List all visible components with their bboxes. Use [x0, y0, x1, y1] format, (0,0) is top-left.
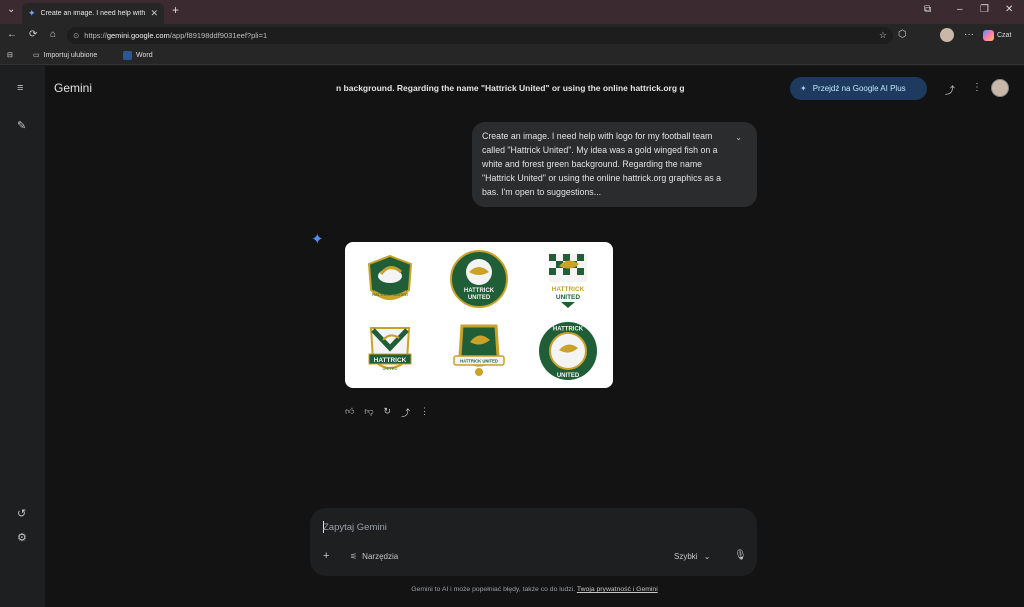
gemini-favicon-icon: ✦ — [28, 8, 36, 18]
disclaimer-text: Gemini to AI i może popełniać błędy, tak… — [411, 586, 577, 593]
logo-text: HATTRICK UNITED — [372, 292, 408, 297]
profile-avatar[interactable] — [940, 28, 954, 42]
user-message-bubble: Create an image. I need help with logo f… — [472, 122, 757, 207]
share-response-icon[interactable]: ⤴ — [401, 406, 410, 419]
browser-toolbar: ← ⟳ ⌂ ⊙ https:// gemini.google.com /app/… — [0, 24, 1024, 46]
bookmarks-bar: ⊟ ▭ Importuj ulubione Word — [0, 46, 1024, 65]
gemini-brand[interactable]: Gemini — [54, 81, 92, 95]
share-icon[interactable]: ⤴ — [945, 82, 955, 97]
logo-ring-fish: HATTRICK UNITED — [539, 322, 597, 380]
new-chat-icon[interactable]: ✎ — [17, 119, 26, 132]
restore-icon[interactable]: ❐ — [980, 4, 989, 15]
prompt-input-box[interactable]: Zapytaj Gemini + ⚟ Narzędzia Szybki ⌄ 🎙︎ — [310, 508, 757, 576]
more-menu-icon[interactable]: ··· — [964, 29, 974, 40]
side-rail: ≡ ✎ ↺ ⚙ — [0, 66, 45, 607]
chevron-down-icon: ⌄ — [703, 552, 711, 561]
logo-text: UNITED — [383, 366, 398, 371]
favorite-star-icon[interactable]: ☆ — [879, 30, 887, 41]
url-path: /app/f89198ddf9031eef?pli=1 — [169, 31, 268, 40]
tools-sliders-icon: ⚟ — [350, 552, 358, 561]
home-icon[interactable]: ⌂ — [50, 29, 56, 40]
copilot-icon — [983, 29, 994, 41]
model-selector[interactable]: Szybki ⌄ — [674, 552, 711, 561]
bookmark-import[interactable]: ▭ Importuj ulubione — [33, 51, 98, 60]
tab-list-chevron-icon[interactable]: ⌄ — [7, 4, 15, 15]
new-tab-icon[interactable]: + — [172, 3, 179, 17]
logo-circle-fish: HATTRICK UNITED — [450, 250, 508, 308]
gemini-app: ≡ ✎ ↺ ⚙ Gemini n background. Regarding t… — [0, 66, 1024, 607]
response-actions: 👍︎ 👎︎ ↻ ⤴ ⋮ — [345, 406, 429, 419]
browser-tab-active[interactable]: ✦ Create an image. I need help with ✕ — [22, 3, 164, 24]
logo-text: UNITED — [556, 294, 581, 301]
menu-icon[interactable]: ≡ — [17, 82, 23, 94]
privacy-link[interactable]: Twoja prywatność i Gemini — [577, 586, 658, 593]
folder-icon: ▭ — [33, 52, 40, 59]
logo-striped-shield: HATTRICK UNITED — [368, 327, 412, 371]
upgrade-button[interactable]: ✦ Przejdź na Google AI Plus — [790, 77, 927, 100]
logo-text: UNITED — [468, 295, 491, 301]
word-icon — [123, 51, 132, 60]
logo-text: HATTRICK — [553, 327, 584, 333]
refresh-icon[interactable]: ⟳ — [29, 29, 37, 40]
extensions-icon[interactable]: ⬡ — [898, 29, 907, 40]
more-actions-icon[interactable]: ⋮ — [420, 406, 429, 419]
upgrade-label: Przejdź na Google AI Plus — [812, 84, 906, 93]
logo-text: HATTRICK — [552, 286, 585, 293]
browser-title-bar: ⌄ ✦ Create an image. I need help with ✕ … — [0, 0, 1024, 24]
generated-image[interactable]: HATTRICK UNITED HATTRICK UNITED HATTRICK… — [345, 242, 613, 388]
bookmark-word[interactable]: Word — [123, 51, 153, 60]
copilot-label: Czat — [997, 31, 1012, 39]
close-tab-icon[interactable]: ✕ — [150, 8, 158, 19]
logo-text: UNITED — [557, 373, 580, 379]
thumbs-down-icon[interactable]: 👎︎ — [364, 406, 373, 419]
logo-text: HATTRICK UNITED — [460, 359, 498, 364]
back-icon[interactable]: ← — [7, 29, 17, 40]
copilot-button[interactable]: Czat — [983, 27, 1011, 43]
logo-text: HATTRICK — [374, 357, 407, 364]
regenerate-icon[interactable]: ↻ — [384, 406, 392, 419]
sparkle-icon: ✦ — [800, 84, 807, 93]
thumbs-up-icon[interactable]: 👍︎ — [345, 406, 354, 419]
logo-text: HATTRICK — [464, 288, 495, 294]
conversation-title: n background. Regarding the name "Hattri… — [336, 83, 685, 93]
prompt-placeholder[interactable]: Zapytaj Gemini — [323, 522, 387, 533]
settings-gear-icon[interactable]: ⚙ — [17, 531, 27, 544]
add-attachment-icon[interactable]: + — [323, 550, 329, 562]
user-message-text: Create an image. I need help with logo f… — [482, 131, 721, 197]
disclaimer-footer: Gemini to AI i może popełniać błędy, tak… — [0, 586, 1024, 593]
collections-icon[interactable]: ⧉ — [924, 4, 931, 15]
logo-shield-fish: HATTRICK UNITED — [367, 254, 413, 300]
account-avatar[interactable] — [991, 79, 1009, 97]
gemini-sparkle-icon: ✦ — [311, 231, 324, 248]
bookmarks-toggle-icon[interactable]: ⊟ — [7, 51, 13, 59]
bookmark-label: Word — [136, 52, 153, 59]
minimize-icon[interactable]: – — [957, 4, 963, 15]
address-bar[interactable]: ⊙ https:// gemini.google.com /app/f89198… — [67, 27, 893, 44]
model-label: Szybki — [674, 552, 698, 561]
bookmark-label: Importuj ulubione — [43, 51, 98, 59]
activity-history-icon[interactable]: ↺ — [17, 507, 26, 520]
logo-checkered-fish: HATTRICK UNITED — [549, 254, 587, 308]
more-options-icon[interactable]: ⋮ — [972, 82, 982, 93]
close-window-icon[interactable]: ✕ — [1005, 4, 1013, 15]
url-host: gemini.google.com — [106, 31, 170, 40]
url-prefix: https:// — [84, 31, 107, 40]
tools-label: Narzędzia — [362, 552, 399, 561]
tools-button[interactable]: ⚟ Narzędzia — [350, 552, 398, 561]
expand-chevron-icon[interactable]: ⌄ — [735, 131, 742, 145]
logo-ornate-crest: HATTRICK UNITED — [453, 324, 505, 376]
tab-title: Create an image. I need help with — [40, 10, 146, 17]
microphone-icon[interactable]: 🎙︎ — [734, 550, 747, 561]
lock-icon: ⊙ — [73, 31, 80, 40]
